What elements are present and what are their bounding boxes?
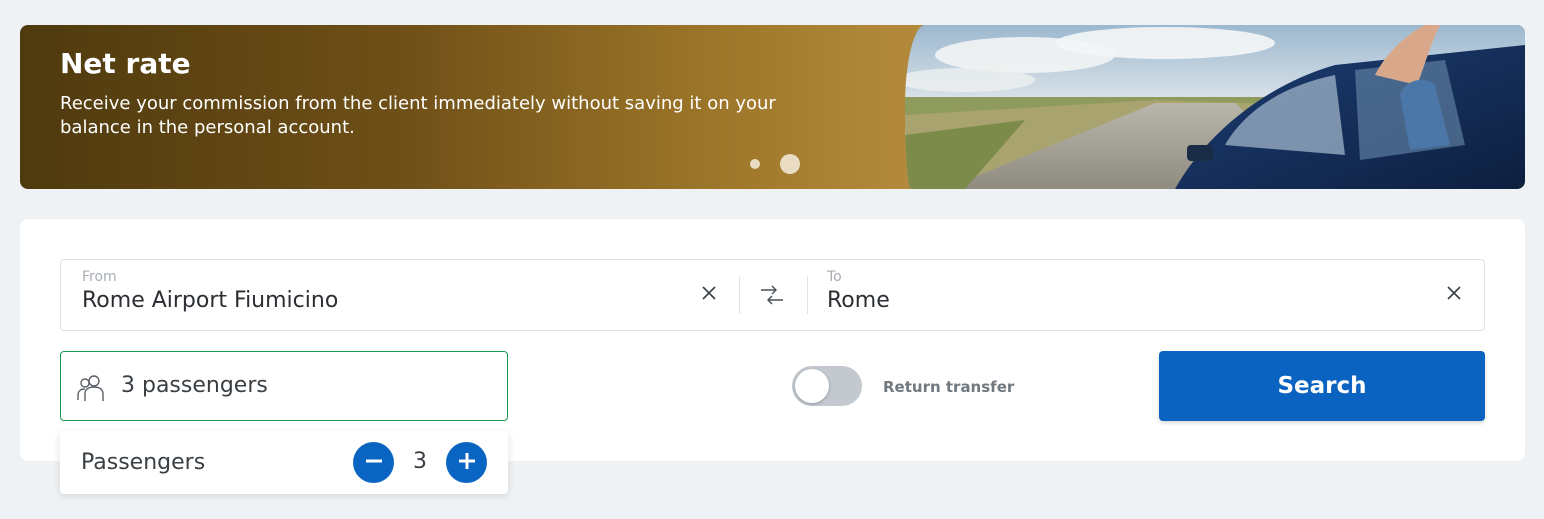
from-label: From <box>82 269 117 285</box>
clear-from-button[interactable] <box>697 283 721 307</box>
carousel-dot-2-active[interactable] <box>780 154 800 174</box>
passengers-field[interactable]: 3 passengers <box>60 351 508 421</box>
swap-arrows-icon <box>759 282 785 312</box>
search-button[interactable]: Search <box>1159 351 1485 421</box>
banner-text: Receive your commission from the client … <box>60 93 776 138</box>
banner-car-image <box>905 25 1525 189</box>
passengers-count: 3 <box>413 449 427 474</box>
to-input[interactable]: Rome <box>827 288 890 313</box>
divider <box>807 276 808 314</box>
carousel-dot-1[interactable] <box>750 159 760 169</box>
route-fields: From Rome Airport Fiumicino To Rome <box>60 259 1485 331</box>
plus-icon <box>457 451 477 475</box>
return-transfer-label: Return transfer <box>883 378 1015 396</box>
close-icon <box>701 285 717 305</box>
toggle-knob <box>795 369 829 403</box>
decrease-passengers-button[interactable] <box>353 442 394 483</box>
divider <box>739 276 740 314</box>
passengers-label: Passengers <box>81 450 206 475</box>
to-label: To <box>827 269 842 285</box>
minus-icon <box>364 451 384 475</box>
people-icon <box>75 372 107 404</box>
clear-to-button[interactable] <box>1442 283 1466 307</box>
banner-title: Net rate <box>60 47 191 80</box>
search-card <box>20 219 1525 461</box>
passengers-value: 3 passengers <box>121 373 268 398</box>
passengers-dropdown: Passengers 3 <box>60 431 508 494</box>
return-transfer-toggle[interactable] <box>792 366 862 406</box>
swap-direction-button[interactable] <box>757 282 787 312</box>
from-input[interactable]: Rome Airport Fiumicino <box>82 288 338 313</box>
increase-passengers-button[interactable] <box>446 442 487 483</box>
close-icon <box>1446 285 1462 305</box>
promo-banner: Net rate Receive your commission from th… <box>20 25 1525 189</box>
